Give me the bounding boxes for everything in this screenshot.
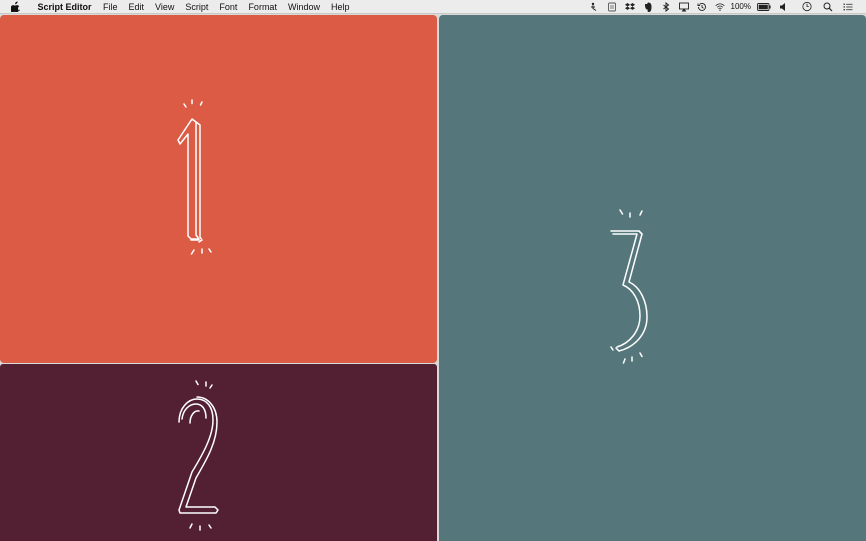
clock-icon[interactable]: [802, 1, 812, 12]
menu-font[interactable]: Font: [214, 0, 243, 14]
menu-window[interactable]: Window: [282, 0, 325, 14]
menu-bar: Script Editor File Edit View Script Font…: [0, 0, 866, 14]
document-icon[interactable]: [607, 2, 617, 12]
airplay-icon[interactable]: [678, 2, 689, 12]
menu-bar-left: Script Editor File Edit View Script Font…: [0, 0, 355, 13]
menu-edit[interactable]: Edit: [123, 0, 150, 14]
volume-icon[interactable]: [779, 2, 789, 12]
dropbox-icon[interactable]: [624, 2, 635, 12]
notification-center-icon[interactable]: [843, 2, 853, 12]
battery-percent[interactable]: 100%: [731, 0, 751, 14]
battery-icon[interactable]: [757, 2, 771, 12]
wifi-icon[interactable]: [714, 2, 725, 12]
pane-1[interactable]: [0, 15, 437, 363]
menu-view[interactable]: View: [150, 0, 180, 14]
menu-script[interactable]: Script: [180, 0, 214, 14]
numeral-one-illustration: [177, 99, 212, 255]
spotlight-search-icon[interactable]: [823, 2, 833, 12]
bluetooth-icon[interactable]: [661, 1, 671, 12]
numeral-three-illustration: [610, 209, 648, 364]
menu-format[interactable]: Format: [243, 0, 283, 14]
pane-2[interactable]: [0, 364, 437, 541]
evernote-icon[interactable]: [643, 2, 653, 12]
pane-3[interactable]: [439, 15, 866, 541]
menu-bar-status-area: 100%: [585, 0, 866, 13]
menu-app-name[interactable]: Script Editor: [32, 0, 98, 14]
accessibility-icon[interactable]: [589, 2, 599, 12]
time-machine-icon[interactable]: [697, 2, 707, 12]
menu-file[interactable]: File: [98, 0, 124, 14]
menu-help[interactable]: Help: [325, 0, 355, 14]
apple-icon[interactable]: [11, 1, 21, 12]
numeral-two-illustration: [178, 380, 219, 531]
